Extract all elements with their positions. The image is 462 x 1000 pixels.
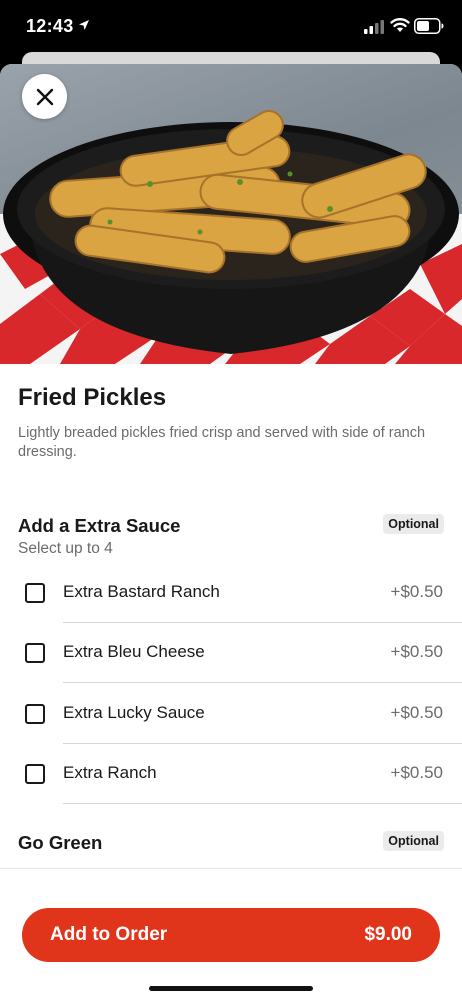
option-group-title: Go Green xyxy=(18,832,103,853)
option-checkbox[interactable] xyxy=(25,583,45,603)
divider xyxy=(63,682,462,683)
option-label: Extra Bastard Ranch xyxy=(63,582,220,601)
divider xyxy=(63,803,462,804)
add-to-order-button[interactable]: Add to Order $9.00 xyxy=(22,908,440,962)
option-price: +$0.50 xyxy=(390,642,443,661)
option-price: +$0.50 xyxy=(390,582,443,601)
optional-badge: Optional xyxy=(383,514,444,534)
option-checkbox[interactable] xyxy=(25,704,45,724)
option-price: +$0.50 xyxy=(390,703,443,722)
close-button[interactable] xyxy=(22,74,67,119)
item-title: Fried Pickles xyxy=(18,384,167,411)
status-bar: 12:43 xyxy=(0,0,462,54)
order-total-price: $9.00 xyxy=(364,924,412,945)
battery-icon xyxy=(414,18,444,34)
option-row-extra-lucky-sauce[interactable]: Extra Lucky Sauce +$0.50 xyxy=(0,684,462,744)
option-label: Extra Bleu Cheese xyxy=(63,642,205,661)
option-price: +$0.50 xyxy=(390,763,443,782)
option-row-extra-bleu-cheese[interactable]: Extra Bleu Cheese +$0.50 xyxy=(0,623,462,683)
home-indicator[interactable] xyxy=(149,986,313,991)
option-checkbox[interactable] xyxy=(25,643,45,663)
option-row-extra-ranch[interactable]: Extra Ranch +$0.50 xyxy=(0,744,462,804)
cellular-signal-icon xyxy=(364,20,384,34)
location-arrow-icon xyxy=(79,20,89,30)
add-to-order-label: Add to Order xyxy=(50,924,168,945)
option-label: Extra Lucky Sauce xyxy=(63,703,205,722)
item-detail-sheet: Fried Pickles Lightly breaded pickles fr… xyxy=(0,64,462,1000)
item-photo xyxy=(0,64,462,364)
option-group-title: Add a Extra Sauce xyxy=(18,515,181,536)
option-row-extra-bastard-ranch[interactable]: Extra Bastard Ranch +$0.50 xyxy=(0,563,462,623)
status-time: 12:43 xyxy=(26,16,74,36)
option-checkbox[interactable] xyxy=(25,764,45,784)
wifi-icon xyxy=(390,18,410,32)
close-icon xyxy=(36,88,53,105)
item-description: Lightly breaded pickles fried crisp and … xyxy=(18,425,426,460)
footer-divider xyxy=(0,868,462,869)
option-group-subtitle: Select up to 4 xyxy=(18,540,113,557)
optional-badge: Optional xyxy=(383,831,444,851)
option-label: Extra Ranch xyxy=(63,763,157,782)
